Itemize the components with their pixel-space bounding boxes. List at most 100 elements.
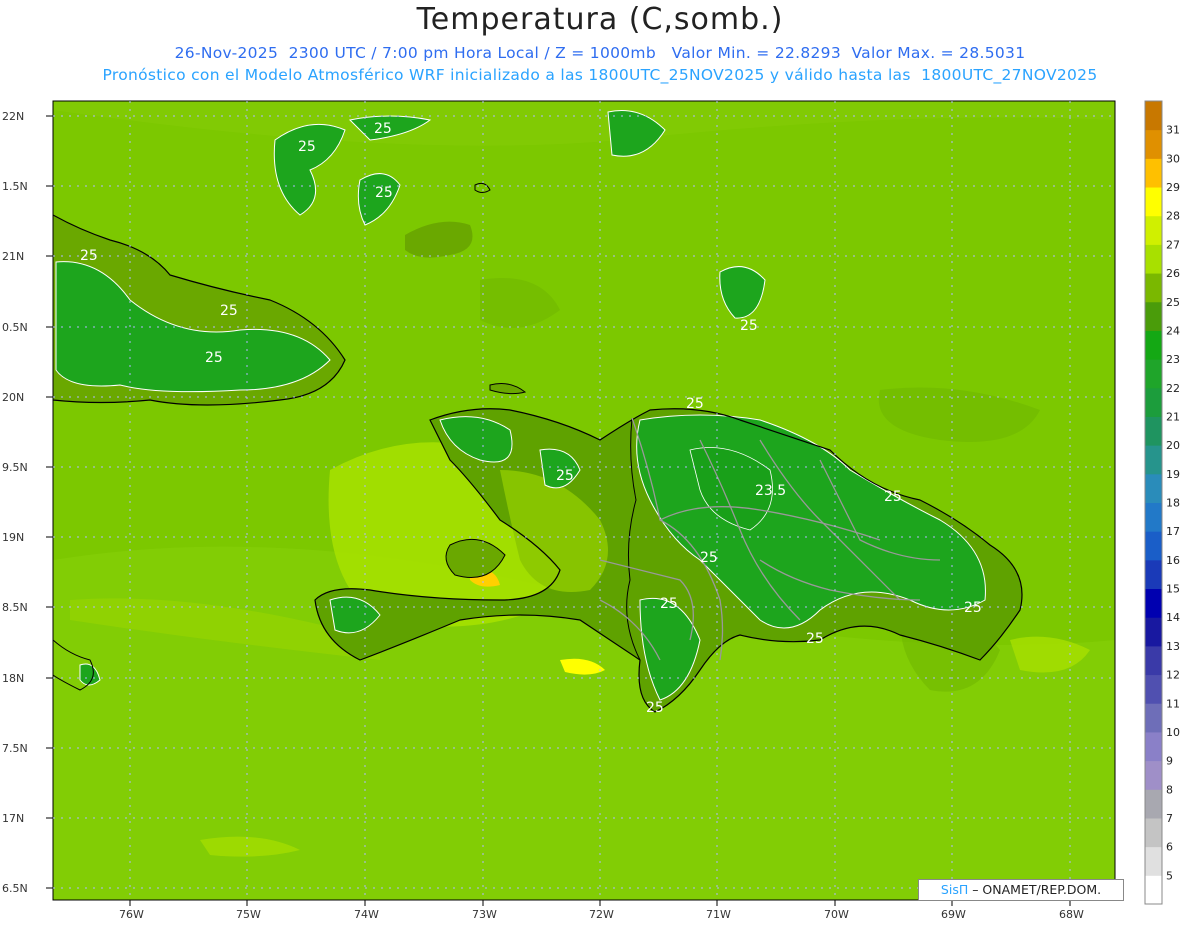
lon-label: 70W (824, 908, 849, 921)
colorbar-swatch (1145, 359, 1162, 389)
colorbar-swatch (1145, 789, 1162, 819)
lon-label: 71W (706, 908, 731, 921)
colorbar-swatch (1145, 473, 1162, 503)
colorbar-swatch (1145, 846, 1162, 876)
colorbar-label: 9 (1166, 755, 1173, 768)
contour-label: 25 (220, 303, 238, 319)
colorbar-label: 25 (1166, 296, 1180, 309)
contour-label: 25 (646, 700, 664, 716)
contour-label: 25 (375, 185, 393, 201)
colorbar-swatch (1145, 129, 1162, 159)
lon-label: 68W (1059, 908, 1084, 921)
colorbar-label: 7 (1166, 812, 1173, 825)
lat-label: 19N (2, 531, 24, 544)
lat-label: 20N (2, 391, 24, 404)
contour-label: 25 (205, 350, 223, 366)
lon-label: 69W (941, 908, 966, 921)
colorbar-swatch (1145, 445, 1162, 475)
lat-label: 21N (2, 250, 24, 263)
colorbar-label: 5 (1166, 869, 1173, 882)
colorbar-label: 12 (1166, 669, 1180, 682)
longitude-axis: 76W 75W 74W 73W 72W 71W 70W 69W 68W (119, 908, 1084, 921)
colorbar-label: 20 (1166, 439, 1180, 452)
temperature-colorbar: 5 6 7 8 9 10 11 12 13 14 15 16 17 18 19 20 21 22 23 24 25 26 2… (1144, 100, 1180, 905)
colorbar-label: 10 (1166, 726, 1180, 739)
colorbar-swatch (1145, 588, 1162, 618)
colorbar-swatch (1145, 187, 1162, 217)
colorbar-swatch (1145, 244, 1162, 274)
lat-label: 0.5N (2, 321, 28, 334)
colorbar-swatch (1145, 215, 1162, 245)
colorbar-label: 14 (1166, 611, 1180, 624)
contour-label: 25 (806, 631, 824, 647)
colorbar-swatch (1145, 703, 1162, 733)
colorbar-label: 8 (1166, 783, 1173, 796)
colorbar-label: 11 (1166, 697, 1180, 710)
colorbar-swatch (1145, 531, 1162, 561)
colorbar-label: 19 (1166, 468, 1180, 481)
lat-label: 18N (2, 672, 24, 685)
colorbar-label: 24 (1166, 324, 1180, 337)
colorbar-swatch (1145, 101, 1162, 131)
lat-label: 22N (2, 110, 24, 123)
colorbar-swatch (1145, 559, 1162, 590)
contour-label: 25 (884, 489, 902, 505)
colorbar-label: 13 (1166, 640, 1180, 653)
colorbar-swatch (1145, 875, 1162, 905)
colorbar-swatch (1145, 731, 1162, 762)
contour-label: 25 (556, 468, 574, 484)
colorbar-swatch (1145, 760, 1162, 790)
contour-label: 25 (740, 318, 758, 334)
lon-label: 74W (354, 908, 379, 921)
sispi-logo: SisΠ (940, 882, 969, 897)
colorbar-label: 26 (1166, 267, 1180, 280)
colorbar-label: 16 (1166, 554, 1180, 567)
colorbar-swatch (1145, 330, 1162, 360)
lat-label: 8.5N (2, 601, 28, 614)
latitude-axis: 22N 1.5N 21N 0.5N 20N 9.5N 19N 8.5N 18N … (2, 110, 28, 895)
colorbar-swatch (1145, 301, 1162, 331)
temperature-map: 22N 1.5N 21N 0.5N 20N 9.5N 19N 8.5N 18N … (2, 100, 1180, 921)
colorbar-label: 27 (1166, 238, 1180, 251)
contour-label: 25 (964, 600, 982, 616)
colorbar-label: 17 (1166, 525, 1180, 538)
colorbar-label: 15 (1166, 583, 1180, 596)
lat-label: 6.5N (2, 882, 28, 895)
lon-label: 76W (119, 908, 144, 921)
colorbar-label: 21 (1166, 410, 1180, 423)
colorbar-label: 28 (1166, 210, 1180, 223)
colorbar-label: 18 (1166, 497, 1180, 510)
colorbar-label: 23 (1166, 353, 1180, 366)
colorbar-swatch (1145, 502, 1162, 532)
contour-label: 25 (660, 596, 678, 612)
colorbar-swatch (1145, 817, 1162, 848)
colorbar-label: 6 (1166, 841, 1173, 854)
colorbar-label: 30 (1166, 152, 1180, 165)
credit-text: – ONAMET/REP.DOM. (968, 882, 1102, 897)
lat-label: 9.5N (2, 461, 28, 474)
lon-label: 75W (236, 908, 261, 921)
contour-label: 25 (80, 248, 98, 264)
map-field (53, 101, 1115, 900)
colorbar-label: 31 (1166, 124, 1180, 137)
colorbar-swatch (1145, 273, 1162, 303)
colorbar-swatch (1145, 674, 1162, 704)
lon-label: 73W (472, 908, 497, 921)
contour-label: 25 (686, 396, 704, 412)
contour-label: 25 (298, 139, 316, 155)
colorbar-label: 29 (1166, 181, 1180, 194)
colorbar-swatch (1145, 645, 1162, 676)
colorbar-swatch (1145, 617, 1162, 647)
lat-label: 1.5N (2, 180, 28, 193)
source-credit: SisΠ – ONAMET/REP.DOM. (918, 879, 1124, 901)
colorbar-swatch (1145, 387, 1162, 417)
lat-label: 17N (2, 812, 24, 825)
colorbar-swatch (1145, 416, 1162, 446)
lon-label: 72W (589, 908, 614, 921)
contour-label: 25 (700, 550, 718, 566)
contour-label: 23.5 (755, 483, 786, 499)
lat-label: 7.5N (2, 742, 28, 755)
colorbar-swatch (1145, 158, 1162, 188)
colorbar-label: 22 (1166, 382, 1180, 395)
contour-label: 25 (374, 121, 392, 137)
